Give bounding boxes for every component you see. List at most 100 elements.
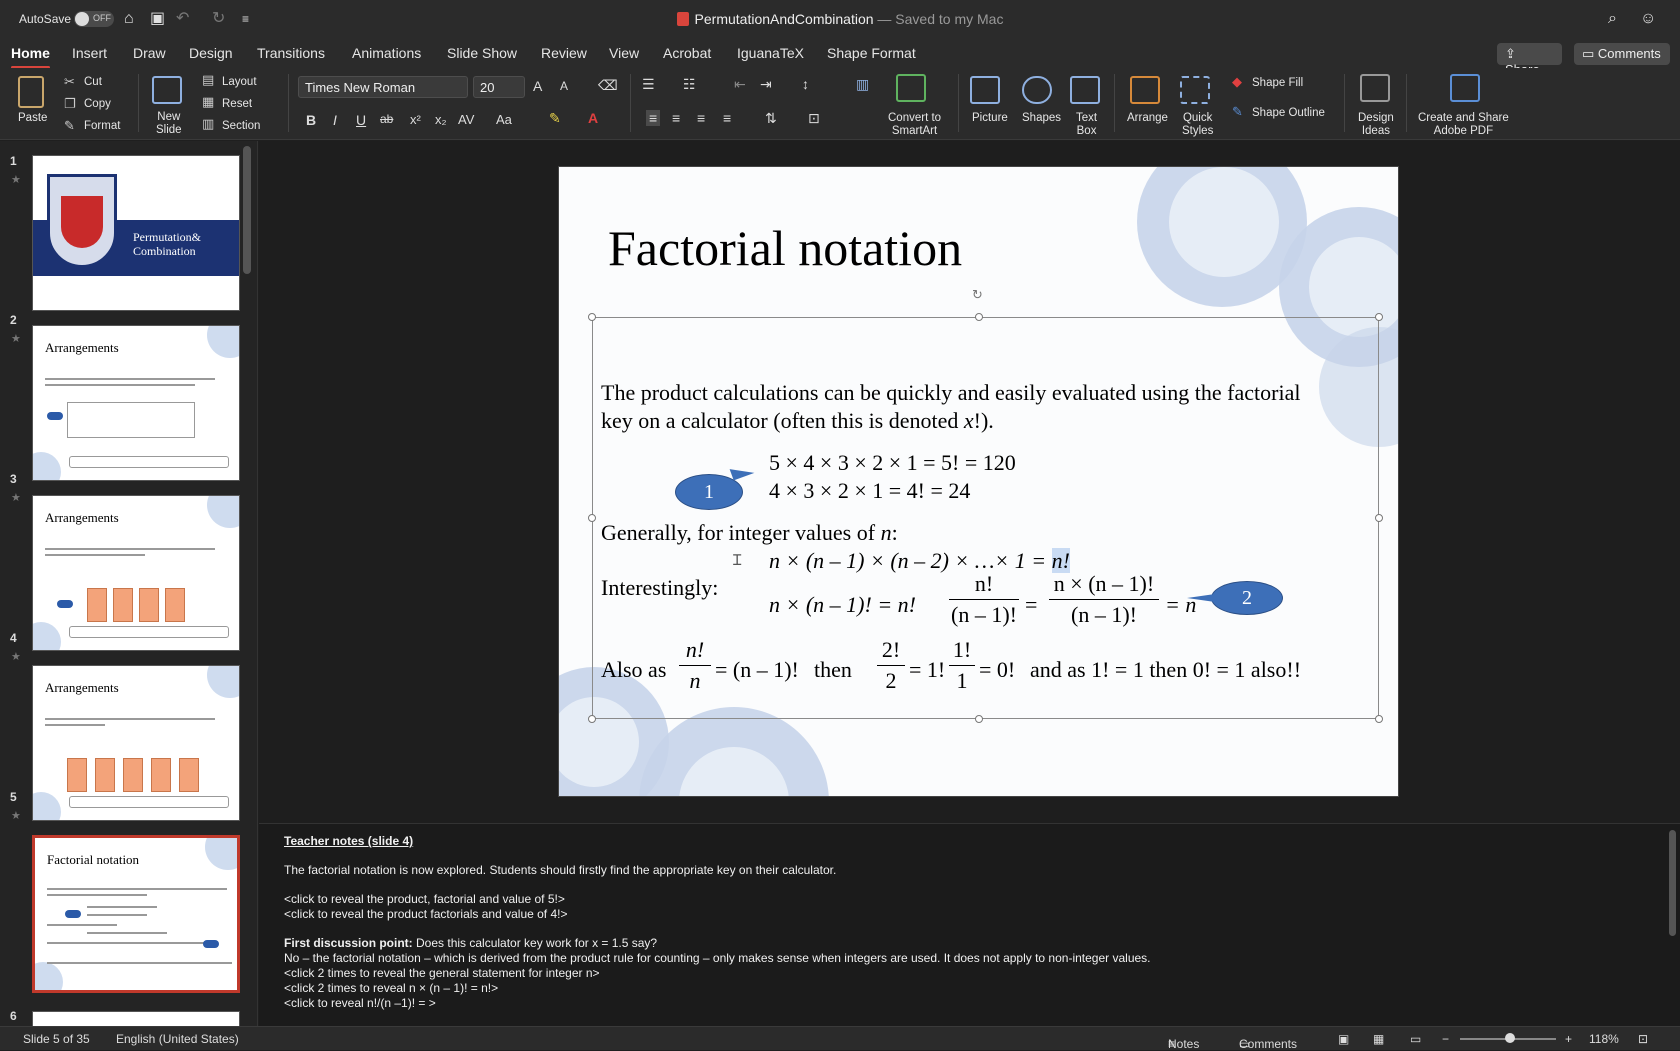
normal-view-icon[interactable]: ▣ (1338, 1032, 1349, 1046)
notes-pane[interactable]: Teacher notes (slide 4) The factorial no… (259, 823, 1680, 1026)
thumbnail-slide-2[interactable]: Arrangements (32, 325, 240, 481)
quick-styles-button[interactable]: Quick Styles (1182, 112, 1213, 138)
text-direction-icon[interactable]: ⇅ (765, 110, 777, 127)
slide-5[interactable]: Factorial notation ↻ The product calcula… (558, 166, 1399, 797)
bold-button[interactable]: B (306, 112, 316, 128)
tab-review[interactable]: Review (541, 45, 587, 61)
tab-view[interactable]: View (609, 45, 639, 61)
resize-handle[interactable] (588, 715, 596, 723)
tab-insert[interactable]: Insert (72, 45, 107, 61)
zoom-level[interactable]: 118% (1589, 1032, 1619, 1046)
shape-outline-button[interactable]: Shape Outline (1252, 107, 1325, 119)
share-button[interactable]: ⇪ Share (1497, 43, 1562, 77)
tab-draw[interactable]: Draw (133, 45, 166, 61)
notes-scrollbar[interactable] (1669, 830, 1676, 936)
picture-icon[interactable] (970, 76, 1000, 104)
quick-styles-icon[interactable] (1180, 76, 1210, 104)
shapes-button[interactable]: Shapes (1022, 112, 1061, 125)
smartart-icon[interactable] (896, 74, 926, 102)
align-text-icon[interactable]: ⊡ (808, 110, 820, 127)
resize-handle[interactable] (1375, 514, 1383, 522)
resize-handle[interactable] (588, 514, 596, 522)
char-spacing-button[interactable]: AV (458, 112, 474, 127)
align-right-icon[interactable]: ≡ (697, 110, 705, 126)
slide-title[interactable]: Factorial notation (608, 219, 962, 277)
adobe-pdf-icon[interactable] (1450, 74, 1480, 102)
layout-button[interactable]: Layout (222, 76, 257, 88)
copy-button[interactable]: Copy (84, 98, 111, 110)
account-icon[interactable]: ☺ (1640, 10, 1656, 28)
resize-handle[interactable] (975, 313, 983, 321)
clear-format-icon[interactable]: ⌫ (598, 77, 618, 94)
text-box-icon[interactable] (1070, 76, 1100, 104)
zoom-out-icon[interactable]: − (1442, 1032, 1449, 1046)
create-share-pdf-button[interactable]: Create and Share Adobe PDF (1418, 112, 1509, 138)
font-color-icon[interactable]: A (588, 110, 598, 126)
search-icon[interactable]: ⌕ (1608, 10, 1617, 28)
shrink-font-button[interactable]: A (560, 79, 568, 93)
reading-view-icon[interactable]: ▭ (1410, 1032, 1421, 1046)
tab-transitions[interactable]: Transitions (257, 45, 325, 61)
underline-button[interactable]: U (356, 112, 366, 128)
convert-smartart-button[interactable]: Convert to SmartArt (888, 112, 941, 138)
resize-handle[interactable] (1375, 313, 1383, 321)
tab-iguanatex[interactable]: IguanaTeX (737, 45, 804, 61)
italic-button[interactable]: I (333, 112, 337, 128)
line-spacing-icon[interactable]: ↕ (802, 76, 809, 92)
increase-indent-icon[interactable]: ⇥ (760, 76, 772, 93)
reset-button[interactable]: Reset (222, 98, 252, 110)
cut-button[interactable]: Cut (84, 76, 102, 88)
tab-design[interactable]: Design (189, 45, 233, 61)
slide-sorter-icon[interactable]: ▦ (1373, 1032, 1384, 1046)
thumbnail-slide-4[interactable]: Arrangements (32, 665, 240, 821)
shapes-icon[interactable] (1022, 76, 1052, 104)
thumbnail-scrollbar[interactable] (243, 146, 251, 274)
zoom-slider-knob[interactable] (1505, 1033, 1515, 1043)
zoom-in-icon[interactable]: + (1565, 1032, 1572, 1046)
comments-button[interactable]: ▭ Comments (1574, 43, 1670, 65)
highlight-color-icon[interactable]: ✎ (549, 110, 561, 127)
paste-icon[interactable] (18, 76, 44, 108)
speech-bubble-2[interactable]: 2 (1211, 581, 1283, 615)
arrange-button[interactable]: Arrange (1127, 112, 1168, 125)
format-painter-button[interactable]: Format (84, 120, 120, 132)
subscript-button[interactable]: x₂ (435, 112, 447, 127)
picture-button[interactable]: Picture (972, 112, 1008, 125)
paste-button[interactable]: Paste (18, 112, 47, 125)
thumbnail-slide-5-selected[interactable]: Factorial notation (32, 835, 240, 993)
design-ideas-button[interactable]: Design Ideas (1358, 112, 1394, 138)
tab-slide-show[interactable]: Slide Show (447, 45, 517, 61)
new-slide-icon[interactable] (152, 76, 182, 104)
tab-acrobat[interactable]: Acrobat (663, 45, 711, 61)
resize-handle[interactable] (588, 313, 596, 321)
bullets-icon[interactable]: ☰ (642, 76, 655, 93)
thumbnail-slide-3[interactable]: Arrangements (32, 495, 240, 651)
superscript-button[interactable]: x² (410, 112, 421, 127)
grow-font-button[interactable]: A (533, 78, 542, 94)
font-name-select[interactable]: Times New Roman (298, 76, 468, 98)
strikethrough-button[interactable]: ab (380, 112, 393, 126)
numbering-icon[interactable]: ☷ (683, 76, 696, 93)
decrease-indent-icon[interactable]: ⇤ (734, 76, 746, 93)
change-case-button[interactable]: Aa (496, 112, 512, 127)
tab-animations[interactable]: Animations (352, 45, 421, 61)
tab-shape-format[interactable]: Shape Format (827, 45, 916, 61)
align-center-icon[interactable]: ≡ (672, 110, 680, 126)
resize-handle[interactable] (975, 715, 983, 723)
fit-to-window-icon[interactable]: ⊡ (1638, 1032, 1648, 1046)
rotate-handle-icon[interactable]: ↻ (972, 287, 983, 303)
align-left-icon[interactable]: ≡ (646, 110, 661, 126)
shape-fill-button[interactable]: Shape Fill (1252, 77, 1303, 89)
new-slide-button[interactable]: New Slide (156, 111, 182, 137)
text-box-button[interactable]: Text Box (1076, 112, 1097, 138)
tab-home[interactable]: Home (11, 45, 50, 69)
thumbnail-slide-1[interactable]: Permutation& Combination (32, 155, 240, 311)
arrange-icon[interactable] (1130, 76, 1160, 104)
font-size-select[interactable]: 20 (473, 76, 525, 98)
columns-icon[interactable]: ▥ (856, 76, 869, 93)
language-indicator[interactable]: English (United States) (116, 1032, 239, 1046)
section-button[interactable]: Section (222, 120, 260, 132)
resize-handle[interactable] (1375, 715, 1383, 723)
design-ideas-icon[interactable] (1360, 74, 1390, 102)
justify-icon[interactable]: ≡ (723, 110, 731, 126)
